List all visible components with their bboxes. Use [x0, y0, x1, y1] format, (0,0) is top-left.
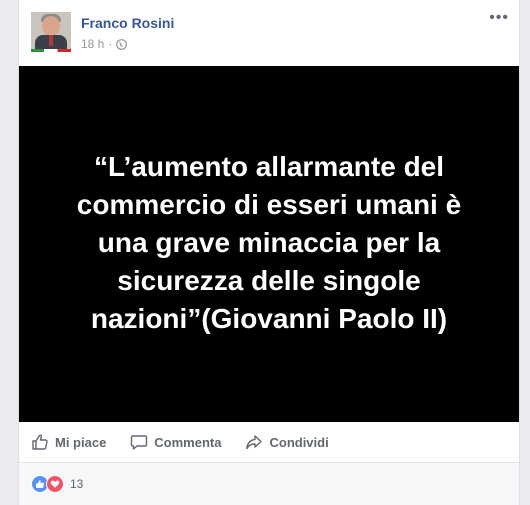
reaction-icons [31, 475, 64, 493]
share-button[interactable]: Condividi [233, 422, 340, 462]
like-label: Mi piace [55, 434, 107, 450]
post-actions: Mi piace Commenta Condividi [19, 422, 519, 463]
thumbs-up-icon [31, 433, 49, 451]
post-header: Franco Rosini 18 h · ••• [19, 0, 519, 66]
comment-icon [130, 433, 148, 451]
post-meta: 18 h · [81, 37, 128, 51]
post-image[interactable]: “L’aumento allarmante del commercio di e… [19, 66, 519, 422]
author-name[interactable]: Franco Rosini [81, 15, 174, 31]
reactions-bar[interactable]: 13 [19, 463, 519, 505]
love-icon [46, 475, 64, 493]
quote-text: “L’aumento allarmante del commercio di e… [76, 151, 462, 334]
comment-label: Commenta [154, 434, 222, 450]
post-card: Franco Rosini 18 h · ••• “L’aumento alla… [18, 0, 520, 505]
share-label: Condividi [269, 434, 329, 450]
author-avatar[interactable] [31, 12, 71, 52]
post-time[interactable]: 18 h [81, 37, 104, 51]
globe-icon [116, 38, 128, 50]
reaction-count[interactable]: 13 [70, 477, 83, 491]
comment-button[interactable]: Commenta [118, 422, 233, 462]
like-button[interactable]: Mi piace [19, 422, 118, 462]
meta-separator: · [108, 37, 113, 51]
more-options-button[interactable]: ••• [489, 10, 509, 26]
share-icon [245, 433, 263, 451]
